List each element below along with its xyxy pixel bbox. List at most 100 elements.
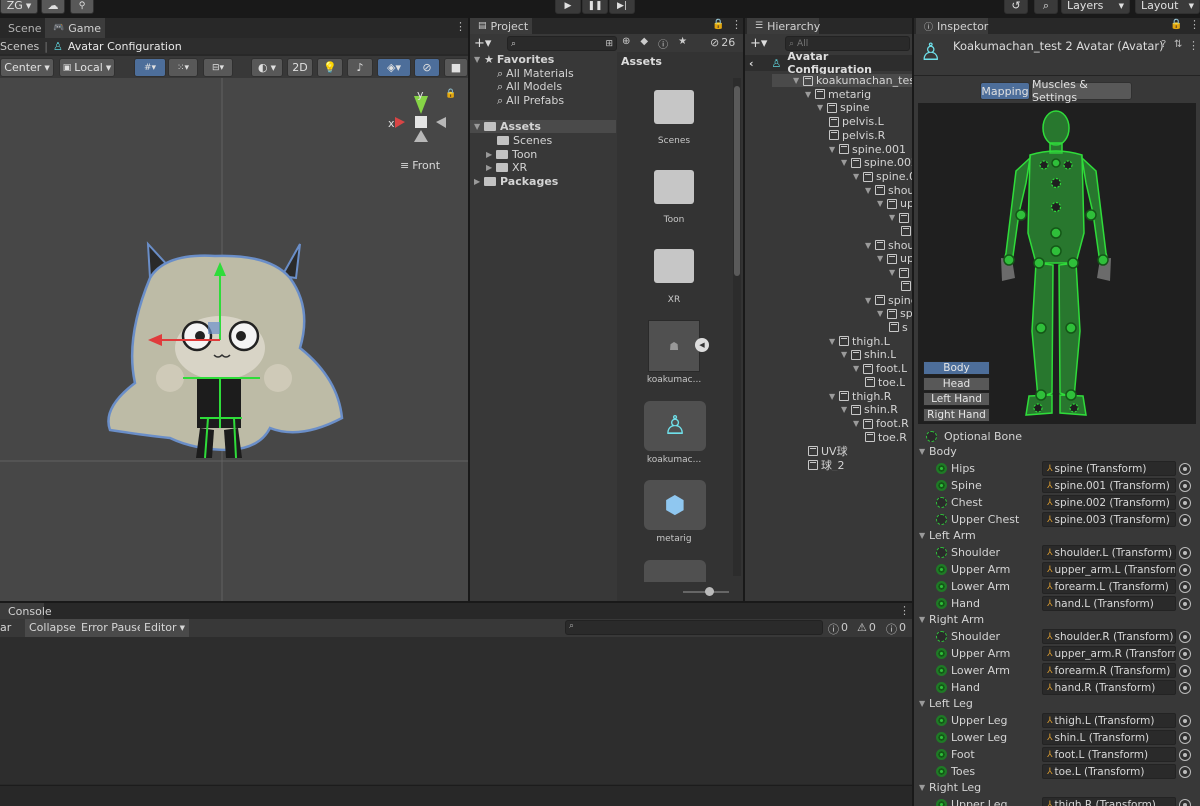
object-picker-icon[interactable] — [1179, 463, 1191, 475]
body-part-button[interactable]: Left Hand — [923, 392, 990, 406]
object-picker-icon[interactable] — [1179, 564, 1191, 576]
lock-icon[interactable]: 🔒 — [445, 89, 456, 99]
asset-partial-icon[interactable] — [644, 560, 706, 582]
audio-button[interactable]: ♪ — [347, 58, 373, 77]
avatar-asset-icon[interactable]: ♙ — [644, 401, 706, 451]
hierarchy-item[interactable]: ▼ thigh.R — [829, 390, 891, 403]
tab-game[interactable]: 🎮 Game — [45, 18, 105, 38]
clear-button[interactable]: ar — [0, 621, 11, 634]
hierarchy-item[interactable]: ▼ spine — [817, 101, 870, 114]
tab-mapping[interactable]: Mapping — [980, 82, 1030, 100]
object-picker-icon[interactable] — [1179, 648, 1191, 660]
hierarchy-item[interactable]: toe.R — [865, 431, 907, 444]
hierarchy-item[interactable]: pelvis.R — [829, 129, 885, 142]
hierarchy-item[interactable]: ▼f — [889, 211, 912, 224]
chevron-down-icon[interactable]: ▼ — [877, 199, 887, 208]
tab-scene[interactable]: Scene — [0, 18, 44, 38]
favorites-row[interactable]: ▼ ★ Favorites — [474, 53, 554, 66]
hierarchy-item[interactable]: toe.L — [865, 376, 905, 389]
folder-row[interactable]: Scenes — [497, 134, 552, 147]
console-menu-icon[interactable]: ⋮ — [899, 604, 910, 617]
bone-group-header[interactable]: ▼ Left Arm — [919, 529, 976, 542]
object-picker-icon[interactable] — [1179, 715, 1191, 727]
expand-arrow-icon[interactable]: ◀ — [695, 338, 709, 352]
chevron-down-icon[interactable]: ▼ — [889, 213, 899, 222]
shading-mode-dropdown[interactable]: ◐ ▼ — [251, 58, 283, 77]
ruler-button[interactable]: ⊟▾ — [203, 58, 233, 77]
folder-icon[interactable] — [654, 249, 694, 283]
layout-dropdown[interactable]: Layout ▼ — [1135, 0, 1200, 14]
bone-transform-field[interactable]: ⅄ thigh.L (Transform) — [1042, 713, 1176, 728]
bone-transform-field[interactable]: ⅄ thigh.R (Transform) — [1042, 797, 1176, 806]
bone-group-header[interactable]: ▼ Body — [919, 445, 957, 458]
increment-snap-button[interactable]: ⁙▾ — [168, 58, 198, 77]
chevron-down-icon[interactable]: ▼ — [829, 145, 839, 154]
object-picker-icon[interactable] — [1179, 581, 1191, 593]
body-part-button[interactable]: Head — [923, 376, 990, 391]
cloud-button[interactable]: ☁ — [41, 0, 65, 14]
visibility-button[interactable]: ⊘ — [414, 58, 440, 77]
scene-viewport[interactable] — [0, 78, 468, 601]
bone-transform-field[interactable]: ⅄ forearm.R (Transform) — [1042, 663, 1176, 678]
bone-transform-field[interactable]: ⅄ shoulder.R (Transform) — [1042, 629, 1176, 644]
hierarchy-item[interactable] — [901, 225, 912, 238]
bone-transform-field[interactable]: ⅄ forearm.L (Transform) — [1042, 579, 1176, 594]
favorite-item[interactable]: ⌕ All Models — [497, 80, 562, 93]
back-arrow-icon[interactable]: ‹ — [749, 57, 754, 70]
chevron-down-icon[interactable]: ▼ — [853, 419, 863, 428]
chevron-down-icon[interactable]: ▼ — [841, 158, 851, 167]
body-part-button[interactable]: Right Hand — [923, 407, 990, 422]
hierarchy-item[interactable]: ▼ shin.R — [841, 403, 898, 416]
collapse-button[interactable]: Collapse — [25, 619, 80, 637]
bone-transform-field[interactable]: ⅄ toe.L (Transform) — [1042, 764, 1176, 779]
favorite-item[interactable]: ⌕ All Materials — [497, 67, 574, 80]
history-button[interactable]: ↺ — [1004, 0, 1028, 14]
object-picker-icon[interactable] — [1179, 732, 1191, 744]
bone-transform-field[interactable]: ⅄ shin.L (Transform) — [1042, 730, 1176, 745]
asset-scrollbar[interactable] — [733, 78, 741, 576]
tab-console[interactable]: Console — [0, 603, 52, 619]
chevron-down-icon[interactable]: ▼ — [829, 337, 839, 346]
console-log-area[interactable] — [0, 637, 912, 784]
hierarchy-item[interactable]: ▼ foot.L — [853, 362, 907, 375]
chevron-down-icon[interactable]: ▼ — [841, 405, 851, 414]
prefab-asset-icon[interactable]: ⬢ — [644, 480, 706, 530]
object-picker-icon[interactable] — [1179, 799, 1191, 806]
bone-transform-field[interactable]: ⅄ upper_arm.R (Transform) — [1042, 646, 1176, 661]
chevron-down-icon[interactable]: ▼ — [865, 296, 875, 305]
hierarchy-add-button[interactable]: +▾ — [750, 36, 767, 51]
breadcrumb-root[interactable]: Scenes — [0, 40, 39, 53]
editor-dropdown[interactable]: Editor ▼ — [140, 619, 189, 637]
bone-transform-field[interactable]: ⅄ upper_arm.L (Transform) — [1042, 562, 1176, 577]
object-picker-icon[interactable] — [1179, 480, 1191, 492]
play-button[interactable]: ▶ — [555, 0, 581, 14]
breadcrumb-current[interactable]: Avatar Configuration — [68, 40, 182, 53]
hierarchy-item[interactable]: ▼ spine.001 — [829, 143, 906, 156]
collab-button[interactable]: ⚲ — [70, 0, 94, 14]
bone-transform-field[interactable]: ⅄ spine (Transform) — [1042, 461, 1176, 476]
account-dropdown[interactable]: ZG ▼ — [0, 0, 38, 14]
search-button[interactable]: ⌕ — [1034, 0, 1058, 14]
hierarchy-item[interactable] — [901, 280, 912, 293]
hierarchy-item[interactable]: ▼ shin.L — [841, 348, 896, 361]
chevron-down-icon[interactable]: ▼ — [877, 254, 887, 263]
chevron-down-icon[interactable]: ▼ — [865, 186, 875, 195]
pause-button[interactable]: ❚❚ — [582, 0, 608, 14]
layers-dropdown[interactable]: Layers ▼ — [1061, 0, 1130, 14]
error-count-button[interactable]: ⓘ 0 — [886, 621, 906, 637]
zoom-slider-handle[interactable] — [705, 587, 714, 596]
folder-icon[interactable] — [654, 170, 694, 204]
help-icon[interactable]: ? — [1161, 39, 1166, 50]
object-picker-icon[interactable] — [1179, 665, 1191, 677]
bone-transform-field[interactable]: ⅄ foot.L (Transform) — [1042, 747, 1176, 762]
object-picker-icon[interactable] — [1179, 514, 1191, 526]
hierarchy-item[interactable]: ▼ thigh.L — [829, 335, 890, 348]
object-picker-icon[interactable] — [1179, 682, 1191, 694]
label-filter-icon[interactable]: ◆ — [640, 36, 648, 51]
model-thumbnail[interactable]: ☗ — [648, 320, 700, 372]
error-pause-button[interactable]: Error Pause — [77, 619, 148, 637]
object-picker-icon[interactable] — [1179, 766, 1191, 778]
chevron-down-icon[interactable]: ▼ — [889, 268, 899, 277]
lighting-button[interactable]: 💡 — [317, 58, 343, 77]
chevron-down-icon[interactable]: ▼ — [817, 103, 827, 112]
